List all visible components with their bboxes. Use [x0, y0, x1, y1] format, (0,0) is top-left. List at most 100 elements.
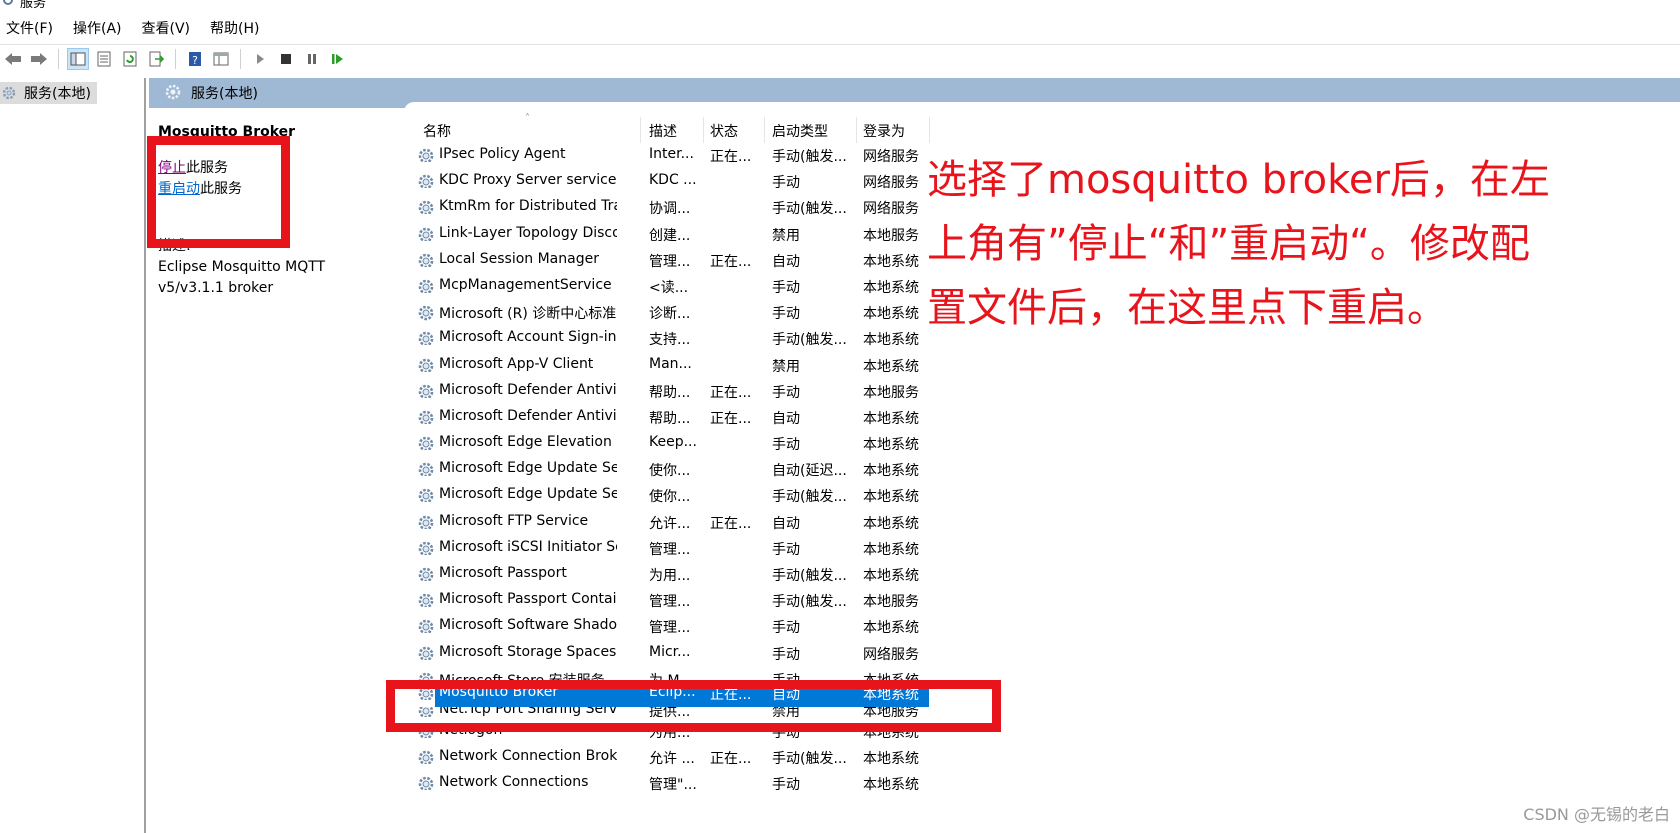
- service-startup-type-cell: 手动: [772, 620, 800, 637]
- service-logon-cell: 网络服务: [863, 646, 919, 663]
- table-row[interactable]: Microsoft Software Shado... 管理... 手动 本地系统: [415, 614, 935, 640]
- refresh-icon[interactable]: [119, 48, 141, 70]
- column-divider[interactable]: [703, 117, 704, 143]
- service-logon-cell: 本地服务: [863, 384, 919, 401]
- export-icon[interactable]: [145, 48, 167, 70]
- service-description-cell: 管理"...: [649, 777, 697, 794]
- service-logon-cell: 网络服务: [863, 149, 919, 165]
- service-name-cell: Microsoft Account Sign-in ...: [415, 329, 617, 346]
- table-row[interactable]: KtmRm for Distributed Tra... 协调... 手动(触发..…: [415, 195, 935, 221]
- pause-icon[interactable]: [301, 48, 323, 70]
- table-row[interactable]: Microsoft Passport Container 管理... 手动(触发..…: [415, 588, 935, 614]
- service-name: Microsoft Passport: [439, 565, 567, 581]
- service-startup-type-cell: 手动(触发...: [772, 751, 847, 768]
- back-icon[interactable]: [2, 48, 24, 70]
- table-row[interactable]: Microsoft Account Sign-in ... 支持... 手动(触发.…: [415, 326, 935, 352]
- restart-icon[interactable]: [327, 48, 349, 70]
- service-description-cell: 管理...: [649, 541, 691, 558]
- menu-help[interactable]: 帮助(H): [210, 18, 259, 38]
- table-row[interactable]: Microsoft (R) 诊断中心标准... 诊断... 手动 本地系统: [415, 300, 935, 326]
- column-divider[interactable]: [640, 117, 641, 143]
- tree-item-label: 服务(本地): [24, 86, 91, 102]
- table-row[interactable]: Network Connection Broker 允许 ... 正在... 手动(触…: [415, 745, 935, 771]
- service-startup-type-cell: 手动: [772, 646, 800, 663]
- service-logon-cell: 本地系统: [863, 489, 919, 506]
- column-divider[interactable]: [929, 117, 930, 143]
- service-name-cell: KDC Proxy Server service (...: [415, 172, 617, 189]
- service-name: Microsoft App-V Client: [439, 355, 594, 372]
- service-name: Microsoft Defender Antivir...: [439, 407, 617, 424]
- table-row[interactable]: IPsec Policy Agent Inter... 正在... 手动(触发... 网…: [415, 143, 935, 169]
- service-description-cell: Micr...: [649, 643, 691, 660]
- menu-file[interactable]: 文件(F): [6, 18, 53, 38]
- service-startup-type-cell: 手动: [772, 175, 800, 192]
- main-header-title: 服务(本地): [191, 86, 258, 102]
- toolbar-separator: [240, 48, 241, 69]
- service-name-cell: Link-Layer Topology Disco...: [415, 225, 617, 241]
- service-name: Microsoft Edge Elevation S...: [439, 434, 617, 451]
- table-row[interactable]: Microsoft Edge Update Ser... 使你... 自动(延迟..…: [415, 457, 935, 483]
- table-row[interactable]: Network Connections 管理"... 手动 本地系统: [415, 771, 935, 797]
- services-gear-icon: [3, 0, 13, 5]
- service-status-cell: 正在...: [710, 751, 752, 768]
- service-description-cell: 帮助...: [649, 410, 691, 427]
- service-description-cell: KDC ...: [649, 172, 697, 189]
- table-row[interactable]: Link-Layer Topology Disco... 创建... 禁用 本地服务: [415, 222, 935, 248]
- table-header: ˄ 名称 描述 状态 启动类型 登录为: [415, 113, 935, 143]
- stop-icon[interactable]: [275, 48, 297, 70]
- service-logon-cell: 本地系统: [863, 751, 919, 768]
- help-icon[interactable]: ?: [184, 48, 206, 70]
- properties-icon[interactable]: [93, 48, 115, 70]
- table-row[interactable]: McpManagementService <读... 手动 本地系统: [415, 274, 935, 300]
- menu-action[interactable]: 操作(A): [73, 18, 122, 38]
- service-logon-cell: 本地系统: [863, 463, 919, 480]
- table-row[interactable]: Microsoft Storage Spaces S... Micr... 手动 网络…: [415, 641, 935, 667]
- service-name-cell: McpManagementService: [415, 277, 617, 293]
- service-logon-cell: 网络服务: [863, 201, 919, 218]
- service-startup-type-cell: 手动(触发...: [772, 332, 847, 349]
- forward-icon[interactable]: [28, 48, 50, 70]
- column-header-startup-type[interactable]: 启动类型: [772, 121, 828, 141]
- table-row[interactable]: Microsoft App-V Client Man... 禁用 本地系统: [415, 353, 935, 379]
- table-row[interactable]: Microsoft Edge Elevation S... Keep... 手动 本地…: [415, 431, 935, 457]
- column-header-description[interactable]: 描述: [649, 121, 677, 141]
- table-row[interactable]: Microsoft Passport 为用... 手动(触发... 本地系统: [415, 562, 935, 588]
- service-logon-cell: 本地系统: [863, 437, 919, 454]
- column-header-log-on-as[interactable]: 登录为: [863, 121, 905, 141]
- view-icon[interactable]: [210, 48, 232, 70]
- table-row[interactable]: Microsoft Defender Antivir... 帮助... 正在... 手…: [415, 379, 935, 405]
- table-row[interactable]: Local Session Manager 管理... 正在... 自动 本地系统: [415, 248, 935, 274]
- table-row[interactable]: Microsoft FTP Service 允许... 正在... 自动 本地系统: [415, 510, 935, 536]
- column-divider[interactable]: [856, 117, 857, 143]
- window-title-bar: 服务: [0, 0, 1680, 11]
- table-row[interactable]: Microsoft Edge Update Ser... 使你... 手动(触发..…: [415, 483, 935, 509]
- service-startup-type-cell: 自动: [772, 253, 800, 270]
- console-tree-icon[interactable]: [67, 47, 89, 70]
- service-name-cell: Microsoft Defender Antivir...: [415, 408, 617, 424]
- service-name: Link-Layer Topology Disco...: [439, 224, 617, 241]
- column-header-name[interactable]: 名称: [423, 121, 451, 141]
- menu-view[interactable]: 查看(V): [142, 18, 191, 38]
- start-icon[interactable]: [249, 48, 271, 70]
- column-divider[interactable]: [764, 117, 765, 143]
- service-name: McpManagementService: [439, 276, 612, 293]
- column-header-status[interactable]: 状态: [710, 121, 738, 141]
- service-status-cell: 正在...: [710, 384, 752, 401]
- table-row[interactable]: Microsoft Defender Antivir... 帮助... 正在... 自…: [415, 405, 935, 431]
- table-row[interactable]: Microsoft Store 安装服务为 M... 手动 本地系统: [415, 667, 935, 681]
- service-startup-type-cell: 自动: [772, 410, 800, 427]
- service-logon-cell: 本地系统: [863, 568, 919, 584]
- table-row[interactable]: Microsoft iSCSI Initiator Ser... 管理... 手动 本…: [415, 536, 935, 562]
- service-description-cell: 使你...: [649, 463, 691, 480]
- tree-item-services-local[interactable]: 服务(本地): [0, 82, 97, 104]
- menu-bar: 文件(F) 操作(A) 查看(V) 帮助(H): [0, 14, 1680, 42]
- service-startup-type-cell: 手动(触发...: [772, 568, 847, 584]
- service-logon-cell: 本地系统: [863, 358, 919, 375]
- service-name-cell: Microsoft iSCSI Initiator Ser...: [415, 539, 617, 555]
- service-description-cell: 支持...: [649, 332, 691, 349]
- service-name: Network Connection Broker: [439, 748, 617, 765]
- service-logon-cell: 本地系统: [863, 541, 919, 558]
- table-row[interactable]: KDC Proxy Server service (... KDC ... 手动 网络…: [415, 169, 935, 195]
- service-description-cell: 为用...: [649, 568, 691, 584]
- service-name: Microsoft Edge Update Ser...: [439, 460, 617, 477]
